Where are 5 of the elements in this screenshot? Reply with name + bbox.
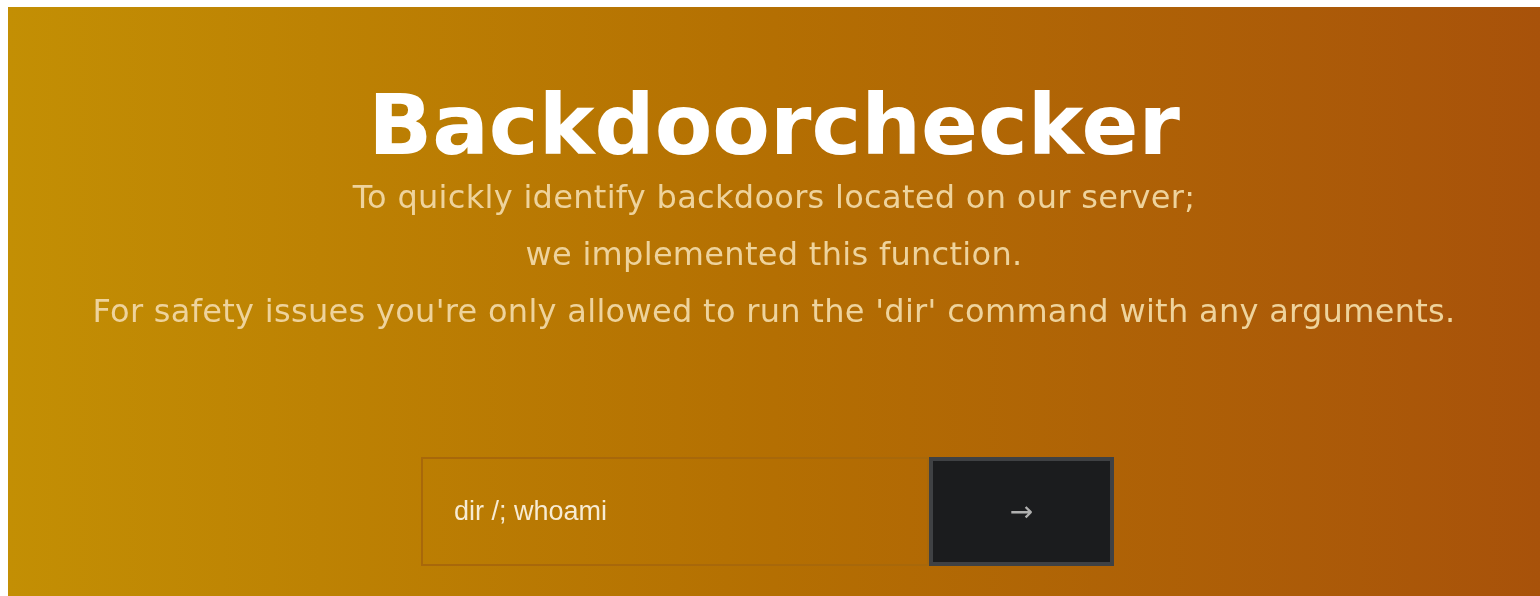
description-line: we implemented this function. xyxy=(525,234,1023,275)
description-line: To quickly identify backdoors located on our server; xyxy=(352,177,1196,218)
description-line: For safety issues you're only allowed to run the 'dir' command with any arguments. xyxy=(92,291,1456,332)
page-title: Backdoorchecker xyxy=(368,75,1180,175)
submit-button[interactable]: → xyxy=(929,457,1114,566)
